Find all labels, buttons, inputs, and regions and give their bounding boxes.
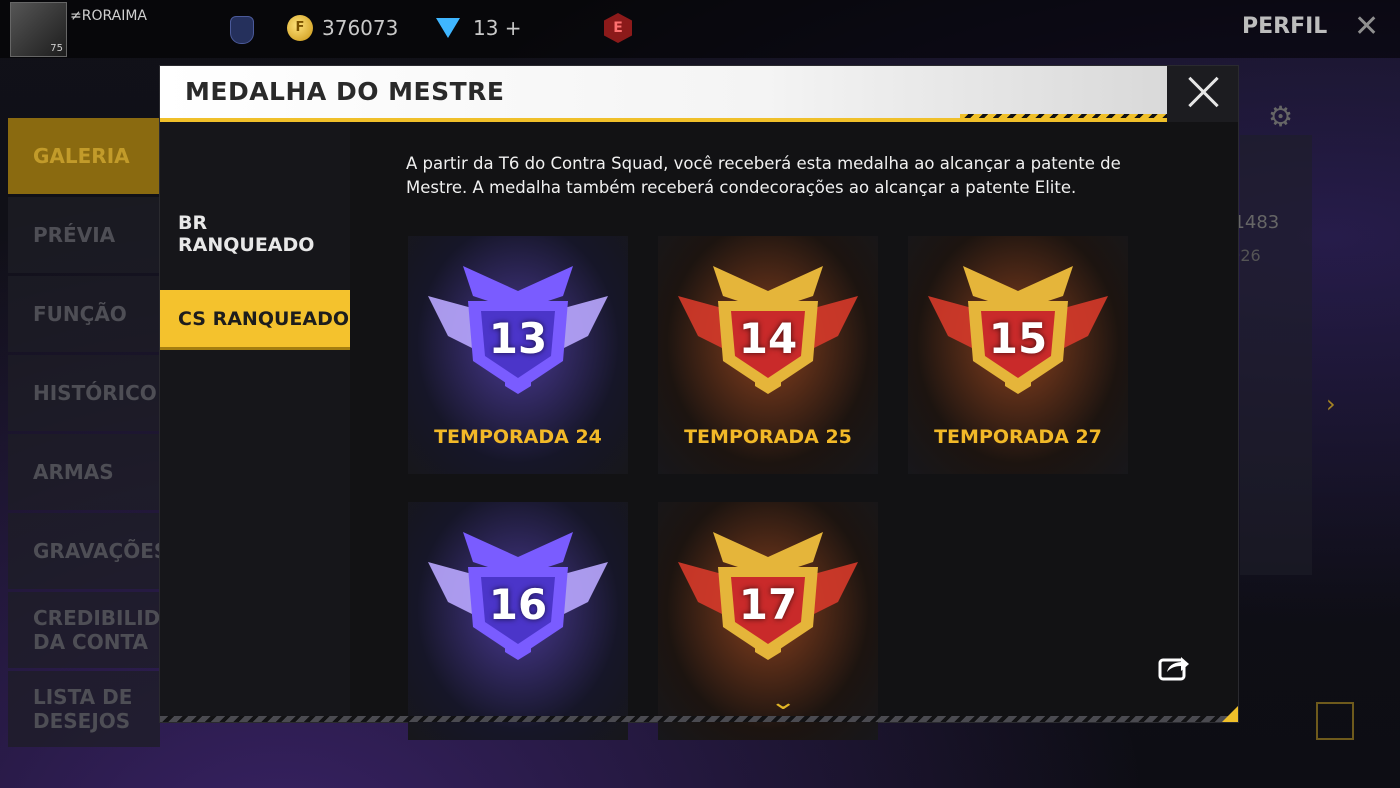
chevron-right-icon[interactable]: › [1326,390,1336,418]
medal-number: 14 [738,314,798,363]
elite-pass-icon[interactable]: E [604,13,632,43]
profile-title: PERFIL [1242,14,1328,39]
medal-season-label: TEMPORADA 27 [934,426,1102,448]
coin-count: 376073 [322,16,399,40]
medal-emblem: 17 [673,522,863,662]
edit-icon[interactable] [1316,702,1354,740]
medal-emblem: 16 [423,522,613,662]
top-bar: 75 ≠RORAIMA F 376073 13 + E PERFIL ✕ [0,0,1400,58]
left-menu: GALERIA PRÉVIA FUNÇÃO HISTÓRICO ARMAS GR… [8,118,206,750]
tab-column: BR RANQUEADO CS RANQUEADO [160,122,350,722]
medal-number: 15 [988,314,1048,363]
menu-item-previa[interactable]: PRÉVIA [8,197,160,273]
menu-item-credibilidade[interactable]: CREDIBILIDADE DA CONTA [8,592,206,668]
profile-side-panel [1240,135,1312,575]
diamond-count[interactable]: 13 + [473,16,522,40]
bottom-stripe [160,716,1238,722]
dialog-description: A partir da T6 do Contra Squad, você rec… [406,154,1121,197]
header-stripe [960,114,1167,118]
gear-icon[interactable]: ⚙ [1268,100,1293,133]
medal-emblem: 15 [923,256,1113,396]
medal-season-label: TEMPORADA 24 [434,426,602,448]
medal-emblem: 14 [673,256,863,396]
menu-item-lista-desejos[interactable]: LISTA DE DESEJOS [8,671,160,747]
medal-number: 16 [488,580,548,629]
diamond-icon [436,18,460,38]
chevron-down-icon[interactable]: ⌄ [769,690,797,715]
menu-item-galeria[interactable]: GALERIA [8,118,160,194]
dialog-title: MEDALHA DO MESTRE [185,77,505,106]
tab-cs-ranqueado[interactable]: CS RANQUEADO [160,290,350,350]
avatar-level: 75 [50,43,63,54]
menu-item-gravacoes[interactable]: GRAVAÇÕES [8,513,168,589]
medal-grid: 13 TEMPORADA 24 14 TEMPORADA 25 15 TEMPORADA … [408,236,1138,740]
menu-item-armas[interactable]: ARMAS [8,434,160,510]
close-icon[interactable]: ✕ [1354,12,1379,42]
master-medal-dialog: MEDALHA DO MESTRE BR RANQUEADO CS RANQUE… [160,66,1238,740]
close-icon[interactable] [1185,74,1221,110]
medal-card[interactable]: 16 [408,502,628,740]
share-icon[interactable] [1157,652,1191,682]
medal-card[interactable]: 17 [658,502,878,740]
shield-icon[interactable] [230,16,254,44]
menu-item-historico[interactable]: HISTÓRICO [8,355,160,431]
menu-item-funcao[interactable]: FUNÇÃO [8,276,160,352]
close-button[interactable] [1167,66,1238,122]
corner-accent [1222,706,1238,722]
avatar[interactable]: 75 [10,2,67,57]
medal-number: 13 [488,314,548,363]
medal-card[interactable]: 15 TEMPORADA 27 [908,236,1128,474]
medal-season-label: TEMPORADA 25 [684,426,852,448]
tab-br-ranqueado[interactable]: BR RANQUEADO [160,204,350,264]
medal-number: 17 [738,580,798,629]
medal-card[interactable]: 14 TEMPORADA 25 [658,236,878,474]
player-name: ≠RORAIMA [70,8,147,24]
gold-coin-icon: F [287,15,313,41]
medal-emblem: 13 [423,256,613,396]
medal-card[interactable]: 13 TEMPORADA 24 [408,236,628,474]
